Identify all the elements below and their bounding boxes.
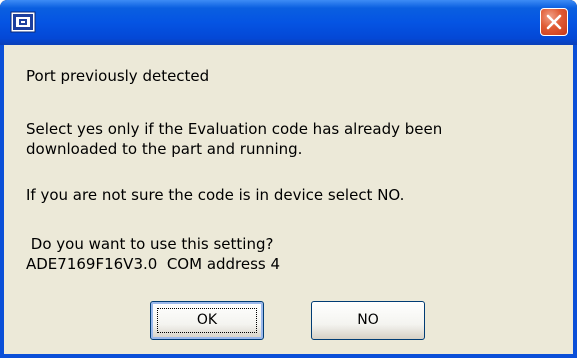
message-not-sure: If you are not sure the code is in devic…	[26, 186, 405, 204]
focus-rectangle	[157, 308, 257, 333]
app-window-icon[interactable]	[10, 10, 36, 34]
close-button[interactable]	[540, 8, 568, 36]
dialog-window: Port previously detected Select yes only…	[0, 0, 577, 358]
message-port-detected: Port previously detected	[26, 67, 210, 85]
window-frame-bottom	[0, 354, 577, 358]
no-button-label: NO	[357, 312, 379, 328]
window-frame-right	[573, 45, 577, 358]
message-select-yes: Select yes only if the Evaluation code h…	[26, 120, 443, 158]
close-icon	[546, 14, 562, 30]
title-bar[interactable]	[0, 0, 577, 45]
no-button[interactable]: NO	[311, 301, 425, 340]
ok-button[interactable]: OK	[150, 301, 264, 340]
message-use-setting: Do you want to use this setting? ADE7169…	[26, 235, 281, 273]
